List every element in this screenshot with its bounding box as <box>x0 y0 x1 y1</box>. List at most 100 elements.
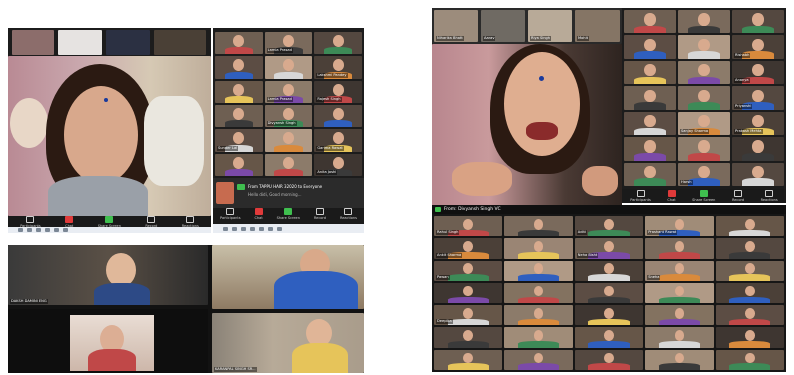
video-tile[interactable] <box>314 105 362 128</box>
reactions-button[interactable]: Reactions <box>340 208 357 220</box>
video-tile[interactable]: Ananya <box>732 60 784 85</box>
video-tile[interactable] <box>715 349 784 370</box>
video-tile[interactable]: Lakshmi Pandey <box>314 56 362 79</box>
video-tile[interactable]: Rahul Singh <box>434 216 503 237</box>
video-tile[interactable] <box>678 86 730 110</box>
video-tile[interactable] <box>732 162 784 186</box>
video-tile[interactable]: Sanjay Sharma <box>678 111 730 136</box>
taskbar-icon[interactable] <box>268 226 273 231</box>
share-screen-button[interactable]: Share Screen <box>98 215 121 228</box>
video-tile[interactable] <box>215 153 263 176</box>
video-tile[interactable]: Niharika Bhatt <box>434 10 478 42</box>
chat-notification[interactable]: From TAPPU HAIR 32020 to Everyone Hello … <box>213 178 364 208</box>
video-tile[interactable] <box>8 309 208 373</box>
video-tile[interactable] <box>264 56 313 79</box>
video-tile[interactable] <box>624 60 676 85</box>
video-tile[interactable] <box>434 282 503 304</box>
video-tile[interactable] <box>574 349 644 370</box>
video-tile[interactable]: Priyanshi <box>732 86 784 110</box>
video-tile[interactable] <box>504 282 573 304</box>
participants-button[interactable]: Participants <box>20 215 41 228</box>
video-tile[interactable]: DAKSH DAMINI ENG <box>8 245 208 305</box>
taskbar-icon[interactable] <box>232 226 237 231</box>
thumbnail-tile[interactable] <box>12 30 54 55</box>
video-tile[interactable] <box>715 327 784 348</box>
video-tile[interactable] <box>678 137 730 161</box>
video-tile[interactable]: Pawan <box>434 260 503 281</box>
record-button[interactable]: Record <box>732 190 744 202</box>
video-tile[interactable]: Divyansh Singh <box>264 105 313 128</box>
taskbar-icon[interactable] <box>54 228 59 232</box>
video-tile[interactable] <box>215 56 263 79</box>
video-tile[interactable] <box>624 10 676 34</box>
reactions-button[interactable]: Reactions <box>182 215 199 228</box>
thumbnail-tile[interactable] <box>58 30 102 55</box>
video-tile[interactable] <box>504 216 573 237</box>
video-tile[interactable] <box>624 86 676 110</box>
video-tile[interactable]: Harsh <box>678 162 730 186</box>
video-tile[interactable] <box>574 305 644 326</box>
video-tile[interactable] <box>264 129 313 152</box>
video-tile[interactable] <box>434 327 503 348</box>
video-tile[interactable] <box>715 305 784 326</box>
video-tile[interactable]: Riya Singh <box>528 10 572 42</box>
video-tile[interactable] <box>678 10 730 34</box>
taskbar-icon[interactable] <box>45 228 50 232</box>
video-tile[interactable] <box>434 349 503 370</box>
video-tile[interactable]: Lamia Prasad <box>264 32 313 55</box>
video-tile[interactable]: Rishabh <box>732 35 784 59</box>
reactions-button[interactable]: Reactions <box>761 190 778 202</box>
video-tile[interactable] <box>678 60 730 85</box>
video-tile[interactable] <box>624 35 676 59</box>
video-tile[interactable] <box>624 137 676 161</box>
video-tile[interactable] <box>504 349 573 370</box>
video-tile[interactable]: Prakash Mehta <box>732 111 784 136</box>
video-tile[interactable] <box>314 32 362 55</box>
video-tile[interactable] <box>504 260 573 281</box>
video-tile[interactable] <box>732 137 784 161</box>
chat-button[interactable]: Chat <box>255 208 263 220</box>
video-tile[interactable] <box>215 80 263 103</box>
taskbar-icon[interactable] <box>250 226 255 231</box>
taskbar-icon[interactable] <box>18 228 23 232</box>
chat-banner[interactable]: From: Divyansh Singh VC <box>432 205 786 214</box>
video-tile[interactable]: Deepika <box>434 305 503 326</box>
video-tile[interactable]: Sneha <box>645 260 714 281</box>
participants-button[interactable]: Participants <box>630 190 651 202</box>
video-tile[interactable]: Anita Joshi <box>314 153 362 176</box>
video-tile[interactable]: Ankit Sharma <box>434 238 503 259</box>
taskbar-icon[interactable] <box>36 228 41 232</box>
participants-button[interactable]: Participants <box>220 208 241 220</box>
video-tile[interactable]: Aditi <box>574 216 644 237</box>
video-tile[interactable] <box>574 282 644 304</box>
video-tile[interactable] <box>645 238 714 259</box>
video-tile[interactable] <box>504 238 573 259</box>
video-tile[interactable]: Prashant Rawat <box>645 216 714 237</box>
video-tile[interactable] <box>645 305 714 326</box>
record-button[interactable]: Record <box>314 208 326 220</box>
video-tile[interactable] <box>264 153 313 176</box>
chat-button[interactable]: Chat <box>667 190 676 202</box>
video-tile[interactable] <box>504 327 573 348</box>
video-tile[interactable] <box>574 327 644 348</box>
video-tile[interactable] <box>645 327 714 348</box>
video-tile[interactable] <box>732 10 784 34</box>
video-tile[interactable] <box>645 349 714 370</box>
video-tile[interactable] <box>624 111 676 136</box>
video-tile[interactable] <box>678 35 730 59</box>
video-tile[interactable] <box>715 282 784 304</box>
taskbar-icon[interactable] <box>223 226 228 231</box>
video-tile[interactable]: Neha Bisht <box>574 238 644 259</box>
record-button[interactable]: Record <box>145 215 157 228</box>
video-tile[interactable]: Lamia Prasad <box>264 80 313 103</box>
video-tile[interactable] <box>212 245 364 309</box>
video-tile[interactable] <box>715 260 784 281</box>
video-tile[interactable]: Rajesh Singh <box>314 80 362 103</box>
video-tile[interactable] <box>215 105 263 128</box>
taskbar-icon[interactable] <box>241 226 246 231</box>
thumbnail-tile[interactable] <box>106 30 150 55</box>
video-tile[interactable] <box>715 216 784 237</box>
video-tile[interactable] <box>504 305 573 326</box>
video-tile[interactable]: Garima Rawat <box>314 129 362 152</box>
share-screen-button[interactable]: Share Screen <box>277 208 300 220</box>
